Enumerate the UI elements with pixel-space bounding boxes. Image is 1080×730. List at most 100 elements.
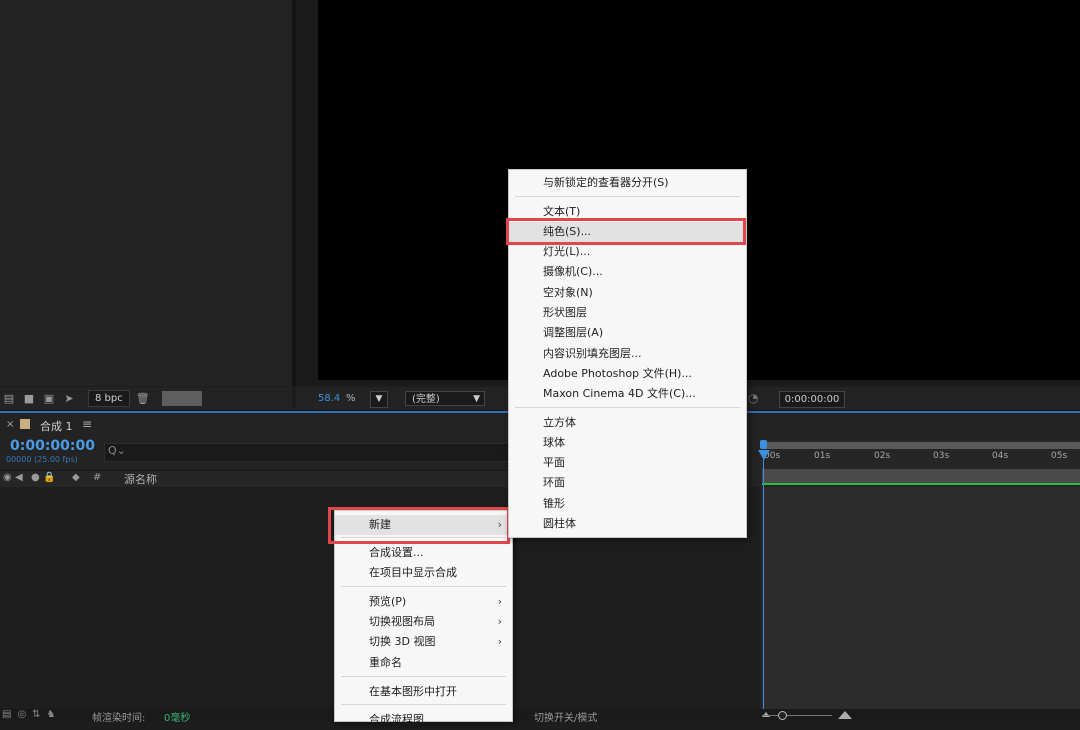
menu-item-open-in-essential-graphics[interactable]: 在基本图形中打开 bbox=[335, 682, 512, 702]
search-icon: Q⌄ bbox=[108, 444, 126, 457]
new-composition-icon[interactable]: ▣ bbox=[42, 392, 56, 405]
submenu-item-cylinder[interactable]: 圆柱体 bbox=[509, 514, 746, 534]
bit-depth-button[interactable]: 8 bpc bbox=[88, 389, 130, 407]
menu-item-preview[interactable]: 预览(P) › bbox=[335, 592, 512, 612]
submenu-item-torus[interactable]: 环面 bbox=[509, 473, 746, 493]
current-time-display[interactable]: 0:00:00:00 bbox=[10, 438, 95, 454]
resolution-dropdown[interactable]: (完整) ▼ bbox=[405, 391, 485, 406]
menu-item-label: 调整图层(A) bbox=[543, 326, 604, 339]
timeline-zoom-knob[interactable] bbox=[778, 711, 787, 720]
timeline-zoom-slider[interactable] bbox=[762, 715, 832, 716]
menu-item-label: 切换 3D 视图 bbox=[369, 635, 436, 648]
menu-item-label: 锥形 bbox=[543, 497, 565, 510]
lock-icon[interactable]: 🔒 bbox=[43, 472, 55, 483]
submenu-item-light[interactable]: 灯光(L)... bbox=[509, 242, 746, 262]
menu-item-label: 在基本图形中打开 bbox=[369, 685, 457, 698]
menu-item-composition-settings[interactable]: 合成设置... bbox=[335, 543, 512, 563]
chevron-right-icon: › bbox=[497, 595, 502, 608]
submenu-item-camera[interactable]: 摄像机(C)... bbox=[509, 262, 746, 282]
timeline-toggle-icons[interactable]: ▤◎⇅♞ bbox=[2, 709, 62, 720]
tab-composition[interactable]: 合成 1 bbox=[40, 418, 73, 434]
menu-item-switch-3d-view[interactable]: 切换 3D 视图 › bbox=[335, 632, 512, 652]
submenu-item-content-aware-fill-layer[interactable]: 内容识别填充图层... bbox=[509, 344, 746, 364]
menu-item-label: 环面 bbox=[543, 476, 565, 489]
submenu-item-photoshop-file[interactable]: Adobe Photoshop 文件(H)... bbox=[509, 364, 746, 384]
submenu-item-cone[interactable]: 锥形 bbox=[509, 494, 746, 514]
submenu-item-text[interactable]: 文本(T) bbox=[509, 202, 746, 222]
submenu-item-solid[interactable]: 纯色(S)... bbox=[509, 222, 746, 242]
zoom-value[interactable]: 58.4 bbox=[318, 393, 340, 404]
eye-icon[interactable]: ◉ bbox=[3, 472, 12, 483]
menu-item-label: 内容识别填充图层... bbox=[543, 347, 642, 360]
work-area-bar[interactable] bbox=[762, 442, 1080, 449]
menu-item-label: 空对象(N) bbox=[543, 286, 593, 299]
zoom-unit: % bbox=[346, 393, 356, 404]
close-icon[interactable]: × bbox=[6, 419, 14, 430]
menu-item-label: Maxon Cinema 4D 文件(C)... bbox=[543, 387, 696, 400]
menu-item-label: 切换视图布局 bbox=[369, 615, 435, 628]
ruler-tick-label: 01s bbox=[814, 451, 831, 461]
submenu-item-sphere[interactable]: 球体 bbox=[509, 433, 746, 453]
menu-item-label: 球体 bbox=[543, 436, 565, 449]
panel-menu-icon[interactable]: ≡ bbox=[82, 417, 92, 431]
menu-item-label: 圆柱体 bbox=[543, 517, 576, 530]
menu-item-reveal-in-project[interactable]: 在项目中显示合成 bbox=[335, 563, 512, 583]
menu-item-label: 在项目中显示合成 bbox=[369, 566, 457, 579]
label-tag-icon[interactable]: ◆ bbox=[72, 472, 80, 483]
new-folder-icon[interactable]: ■ bbox=[22, 392, 36, 405]
menu-separator bbox=[515, 196, 740, 197]
work-area-start-handle[interactable] bbox=[760, 440, 767, 449]
chevron-right-icon: › bbox=[497, 635, 502, 648]
project-footer: ▤ ■ ▣ ➤ 8 bpc 🗑 bbox=[0, 387, 292, 409]
new-submenu: 与新锁定的查看器分开(S) 文本(T) 纯色(S)... 灯光(L)... 摄像… bbox=[508, 169, 747, 538]
viewer-current-time[interactable]: 0:00:00:00 bbox=[779, 391, 845, 408]
layer-number-column: # bbox=[93, 472, 102, 483]
track-area[interactable] bbox=[762, 487, 1080, 709]
solo-icon[interactable]: ● bbox=[31, 472, 40, 483]
menu-item-label: 合成设置... bbox=[369, 546, 424, 559]
interpret-footage-icon[interactable]: ▤ bbox=[2, 392, 16, 405]
menu-item-label: 平面 bbox=[543, 456, 565, 469]
menu-item-label: 摄像机(C)... bbox=[543, 265, 603, 278]
frame-render-time-value: 0毫秒 bbox=[164, 713, 191, 724]
submenu-item-null-object[interactable]: 空对象(N) bbox=[509, 283, 746, 303]
chevron-down-icon: ▼ bbox=[473, 394, 480, 404]
source-name-column[interactable]: 源名称 bbox=[124, 471, 157, 487]
trash-icon[interactable]: 🗑 bbox=[136, 392, 150, 405]
playhead-handle[interactable] bbox=[758, 450, 770, 460]
menu-item-new[interactable]: 新建 › bbox=[335, 515, 512, 535]
time-ruler-band bbox=[762, 469, 1080, 483]
submenu-item-cinema4d-file[interactable]: Maxon Cinema 4D 文件(C)... bbox=[509, 384, 746, 404]
menu-item-label: Adobe Photoshop 文件(H)... bbox=[543, 367, 692, 380]
frame-rate-label: 00000 (25.00 fps) bbox=[6, 455, 78, 464]
menu-item-composition-flowchart[interactable]: 合成流程图 bbox=[335, 710, 512, 730]
menu-item-switch-view-layout[interactable]: 切换视图布局 › bbox=[335, 612, 512, 632]
menu-separator bbox=[341, 676, 506, 677]
toggle-switches-modes-button[interactable]: 切换开关/模式 bbox=[534, 709, 597, 724]
submenu-item-plane[interactable]: 平面 bbox=[509, 453, 746, 473]
layer-search-input[interactable] bbox=[104, 443, 512, 462]
color-swatch[interactable] bbox=[161, 390, 202, 406]
menu-item-rename[interactable]: 重命名 bbox=[335, 653, 512, 673]
chevron-down-icon: ▼ bbox=[375, 394, 383, 404]
submenu-item-shape-layer[interactable]: 形状图层 bbox=[509, 303, 746, 323]
resolution-value: (完整) bbox=[412, 394, 440, 405]
zoom-dropdown[interactable]: ▼ bbox=[370, 391, 388, 408]
menu-separator bbox=[341, 537, 506, 538]
menu-item-label: 纯色(S)... bbox=[543, 225, 592, 238]
frame-render-time-label: 帧渲染时间: bbox=[92, 713, 146, 724]
chevron-right-icon: › bbox=[497, 615, 502, 628]
context-menu: 新建 › 合成设置... 在项目中显示合成 预览(P) › 切换视图布局 › 切… bbox=[334, 510, 513, 726]
menu-item-label: 与新锁定的查看器分开(S) bbox=[543, 176, 669, 189]
audio-icon[interactable]: ◀ bbox=[15, 472, 23, 483]
ruler-tick-label: 03s bbox=[933, 451, 950, 461]
menu-item-label: 形状图层 bbox=[543, 306, 587, 319]
submenu-item-split-viewer[interactable]: 与新锁定的查看器分开(S) bbox=[509, 173, 746, 193]
playhead-line bbox=[763, 458, 764, 709]
zoom-in-icon[interactable] bbox=[838, 711, 852, 719]
render-queue-icon[interactable]: ➤ bbox=[62, 392, 76, 405]
submenu-item-cube[interactable]: 立方体 bbox=[509, 413, 746, 433]
submenu-item-adjustment-layer[interactable]: 调整图层(A) bbox=[509, 323, 746, 343]
menu-item-label: 新建 bbox=[369, 518, 391, 531]
snapshot-icon[interactable]: ◔ bbox=[748, 391, 758, 405]
